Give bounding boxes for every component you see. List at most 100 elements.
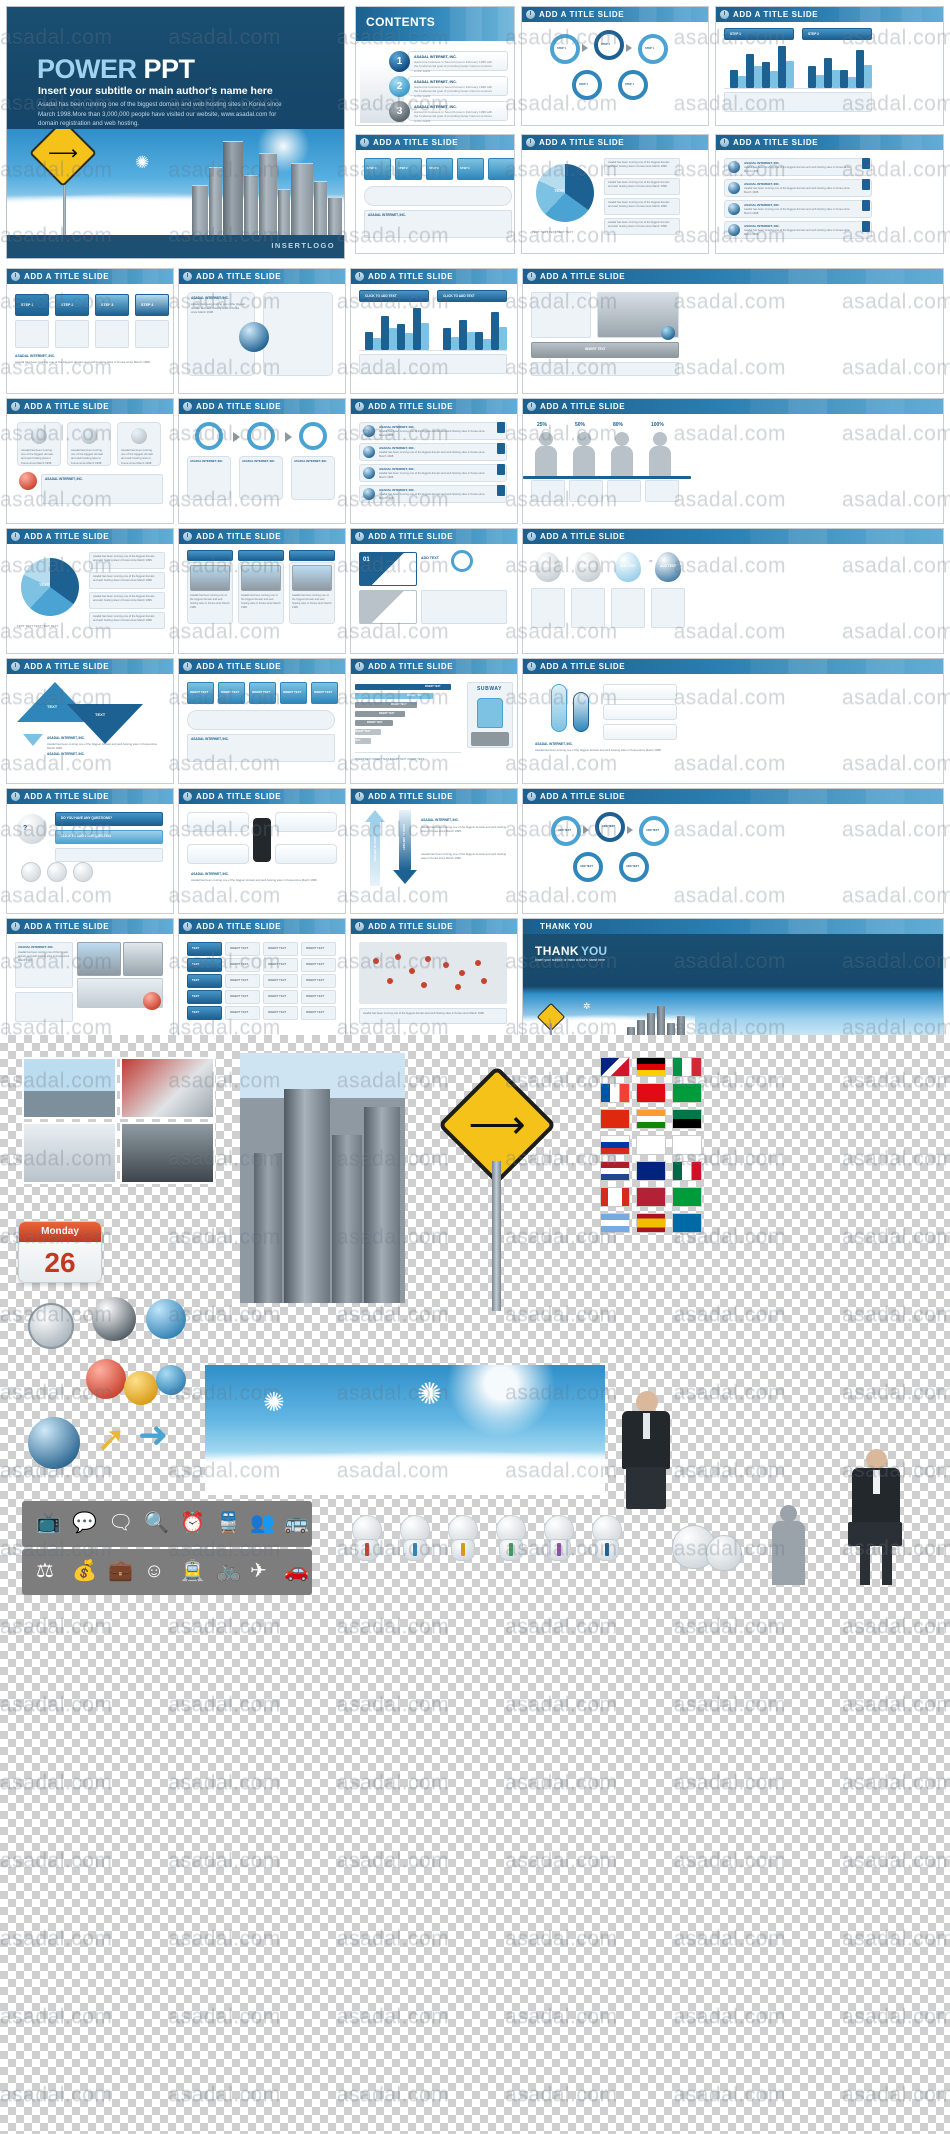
slide-inner: I ADD A TITLE SLIDE ASADAL INTERNET, INC. A… bbox=[351, 399, 517, 523]
tab-label: STEP 2 bbox=[398, 166, 408, 170]
bar bbox=[864, 65, 872, 88]
slide-r5-c1[interactable]: I ADD A TITLE SLIDE? DO YOU HAVE ANY QUEST… bbox=[6, 788, 174, 914]
slide-r4-c1[interactable]: I ADD A TITLE SLIDE TEXT TEXT ASADAL INTERNE… bbox=[6, 658, 174, 784]
photo-frame[interactable] bbox=[531, 292, 591, 338]
flag-south-korea bbox=[636, 1135, 666, 1155]
slide-r4-c4[interactable]: I ADD A TITLE SLIDE ASADAL INTERNET, INC. A… bbox=[522, 658, 944, 784]
slide-r6-c1[interactable]: I ADD A TITLE SLIDE ASADAL INTERNET, INC. A… bbox=[6, 918, 174, 1044]
slide-r1-c4[interactable]: I ADD A TITLE SLIDE ASADAL INTERNET, INC. A… bbox=[715, 134, 944, 254]
company-label: ASADAL INTERNET, INC. bbox=[191, 296, 229, 300]
slide-title: ADD A TITLE SLIDE bbox=[24, 922, 110, 932]
body-text: Asadal has been running one of the bigge… bbox=[47, 742, 158, 751]
slide-inner: I ADD A TITLE SLIDE TEXT Asadal has been ru… bbox=[522, 135, 708, 253]
slide-r4-c2[interactable]: I ADD A TITLE SLIDE INSERT TEXT INSERT TEXT… bbox=[178, 658, 346, 784]
row-icon bbox=[363, 425, 375, 437]
slide-r0-c3[interactable]: I ADD A TITLE SLIDE STEP 1 STEP 1 STEP 1 STEP… bbox=[521, 6, 709, 126]
slide-r1-c2[interactable]: I ADD A TITLE SLIDE ASADAL INTERNET, INC. A… bbox=[178, 268, 346, 394]
list-item[interactable]: 3 ASADAL INTERNET, INC. started its busi… bbox=[389, 101, 508, 123]
slide-r4-c3[interactable]: I ADD A TITLE SLIDE INSERT TEXT INSERT TEXT… bbox=[350, 658, 518, 784]
card-icon bbox=[131, 428, 147, 444]
body-text: Asadal has been running one of the bigge… bbox=[363, 1012, 485, 1015]
body-text: Asadal has been running one of the bigge… bbox=[15, 360, 151, 364]
slide-r1-c1[interactable]: I ADD A TITLE SLIDE STEP 1 STEP 2 STEP 3 STEP… bbox=[6, 268, 174, 394]
content-box bbox=[421, 590, 507, 624]
slide-badge: I bbox=[183, 402, 192, 411]
flag-south-africa bbox=[672, 1109, 702, 1129]
slide-body: CLICK TO ADD TEXT CLICK TO ADD TEXT bbox=[351, 284, 517, 393]
row-body: Asadal has been running one of the bigge… bbox=[379, 430, 485, 438]
slide-r5-c4[interactable]: I ADD A TITLE SLIDE ADD TEXT ADD TEXT ADD TE… bbox=[522, 788, 944, 914]
slide-badge: I bbox=[183, 532, 192, 541]
data-table bbox=[359, 354, 507, 374]
slide-title: ADD A TITLE SLIDE bbox=[733, 138, 819, 148]
ring-label: ADD TEXT bbox=[626, 865, 639, 868]
slide-body: ADD TEXT ADD TEXT ADD TEXT ADD TEXT ADD TEXT bbox=[523, 804, 943, 913]
ring-label: ADD TEXT bbox=[646, 829, 659, 832]
slide-r5-c2[interactable]: I ADD A TITLE SLIDE ASADAL INTERNET, INC. A… bbox=[178, 788, 346, 914]
map-pin-icon bbox=[443, 962, 449, 968]
slide-r3-c4[interactable]: I ADD A TITLE SLIDE ADD TEXT ADD TEXT ADD TE… bbox=[522, 528, 944, 654]
person-silhouette-icon bbox=[762, 1505, 814, 1585]
smiley-icon: ☺ bbox=[144, 1560, 165, 1582]
slide-title: ADD A TITLE SLIDE bbox=[733, 10, 819, 20]
slide-inner: I ADD A TITLE SLIDE INSERT TEXT INSERT TEXT… bbox=[351, 659, 517, 783]
slide-r5-c3[interactable]: I ADD A TITLE SLIDE CLICK TO ADD TEXT CLICK… bbox=[350, 788, 518, 914]
slide-r2-c3[interactable]: I ADD A TITLE SLIDE ASADAL INTERNET, INC. A… bbox=[350, 398, 518, 524]
slide-r6-c2[interactable]: I ADD A TITLE SLIDE TEXT INSERT TEXT INSERT … bbox=[178, 918, 346, 1044]
slide-r1-c4[interactable]: I ADD A TITLE SLIDE INSERT TEXT bbox=[522, 268, 944, 394]
scale-icon: ⚖ bbox=[36, 1560, 54, 1582]
list-item[interactable]: 1 ASADAL INTERNET, INC. started its busi… bbox=[389, 51, 508, 73]
slide-r6-c3[interactable]: I ADD A TITLE SLIDE Asadal has been runnin… bbox=[350, 918, 518, 1044]
mascot-figure bbox=[590, 1515, 624, 1561]
mascot-tie bbox=[413, 1543, 417, 1556]
slide-r3-c3[interactable]: I ADD A TITLE SLIDE 01 ADD TEXT bbox=[350, 528, 518, 654]
tab-box[interactable] bbox=[488, 158, 514, 180]
slide-r3-c1[interactable]: I ADD A TITLE SLIDE TEXT Asadal has been ru… bbox=[6, 528, 174, 654]
bar bbox=[832, 70, 840, 88]
slide-r1-c2[interactable]: I ADD A TITLE SLIDE STEP 1 STEP 2 STEP 3 STEP… bbox=[355, 134, 515, 254]
slide-badge: I bbox=[355, 922, 364, 931]
slide-inner: I ADD A TITLE SLIDE TEXT TEXT ASADAL INTERNE… bbox=[7, 659, 173, 783]
slide-inner: I ADD A TITLE SLIDE ASADAL INTERNET, INC. A… bbox=[523, 659, 943, 783]
map-pin-icon bbox=[475, 960, 481, 966]
slide-body: TEXT Asadal has been running one of the b… bbox=[522, 150, 708, 253]
slide-r1-c3[interactable]: I ADD A TITLE SLIDE TEXT Asadal has been ru… bbox=[521, 134, 709, 254]
contents-number: 2 bbox=[389, 76, 410, 97]
row-heading: ASADAL INTERNET, INC. bbox=[379, 467, 415, 471]
step-content bbox=[55, 320, 89, 348]
tab-label: INSERT TEXT bbox=[314, 690, 333, 694]
right-panel[interactable] bbox=[263, 292, 333, 376]
step-content bbox=[15, 320, 49, 348]
cover-slide[interactable]: POWER PPT Insert your subtitle or main a… bbox=[6, 6, 345, 259]
slide-r3-c2[interactable]: I ADD A TITLE SLIDE INSERT TEXTAsadal has … bbox=[178, 528, 346, 654]
template-preview-grid: POWER PPT Insert your subtitle or main a… bbox=[0, 0, 950, 1044]
slide-body: ASADAL INTERNET, INC. Asadal has been run… bbox=[179, 284, 345, 393]
slide-r0-c4[interactable]: I ADD A TITLE SLIDE STEP 1 STEP 2 bbox=[715, 6, 944, 126]
slide-r6-c4[interactable]: THANK YOU THANK YOU Insert your subtitle o… bbox=[522, 918, 944, 1044]
contents-slide[interactable]: CONTENTS 1 ASADAL INTERNET, INC. started… bbox=[355, 6, 515, 126]
company-label: ASADAL INTERNET, INC. bbox=[15, 354, 56, 358]
flag-russia bbox=[600, 1135, 630, 1155]
list-item[interactable]: 2 ASADAL INTERNET, INC. started its busi… bbox=[389, 76, 508, 98]
slide-body: STEP 1 STEP 2 STEP 3 STEP 4 ASADAL INTERNET,… bbox=[356, 150, 514, 253]
asset-gallery: Monday 26 ➚ ➜ ⟶ ✺ ✺ 📺 💬 🗨 🔍 ⏰ 🚆 👥 🚌 ⚖ 💰 … bbox=[0, 1035, 950, 2134]
row-heading: ASADAL INTERNET, INC. bbox=[744, 161, 780, 165]
triangle-small-icon bbox=[23, 734, 43, 746]
cell-label: TEXT bbox=[192, 962, 200, 966]
list-item-body: started its business in Seoul Korea in F… bbox=[414, 60, 493, 73]
bar bbox=[786, 60, 794, 88]
slide-inner: I ADD A TITLE SLIDE STEP 1 STEP 2 bbox=[716, 7, 943, 125]
slide-r2-c1[interactable]: I ADD A TITLE SLIDE Asadal has been runnin… bbox=[6, 398, 174, 524]
bar bbox=[443, 328, 451, 350]
bar bbox=[421, 322, 429, 350]
ring-icon bbox=[451, 550, 473, 572]
slide-r2-c2[interactable]: I ADD A TITLE SLIDE ASADAL INTERNET, INC. A… bbox=[178, 398, 346, 524]
body-text: Asadal has been running one of the bigge… bbox=[421, 825, 507, 834]
slide-r2-c4[interactable]: I ADD A TITLE SLIDE 25% 50% 80% 100% bbox=[522, 398, 944, 524]
slide-body: INSERT TEXTAsadal has been running one o… bbox=[179, 544, 345, 653]
company-label: ASADAL INTERNET, INC. bbox=[535, 742, 573, 746]
flag-india bbox=[636, 1109, 666, 1129]
step-label: STEP 2 bbox=[61, 303, 74, 307]
cell-label: INSERT TEXT bbox=[268, 962, 287, 966]
slide-r1-c3[interactable]: I ADD A TITLE SLIDE CLICK TO ADD TEXT CLICK… bbox=[350, 268, 518, 394]
